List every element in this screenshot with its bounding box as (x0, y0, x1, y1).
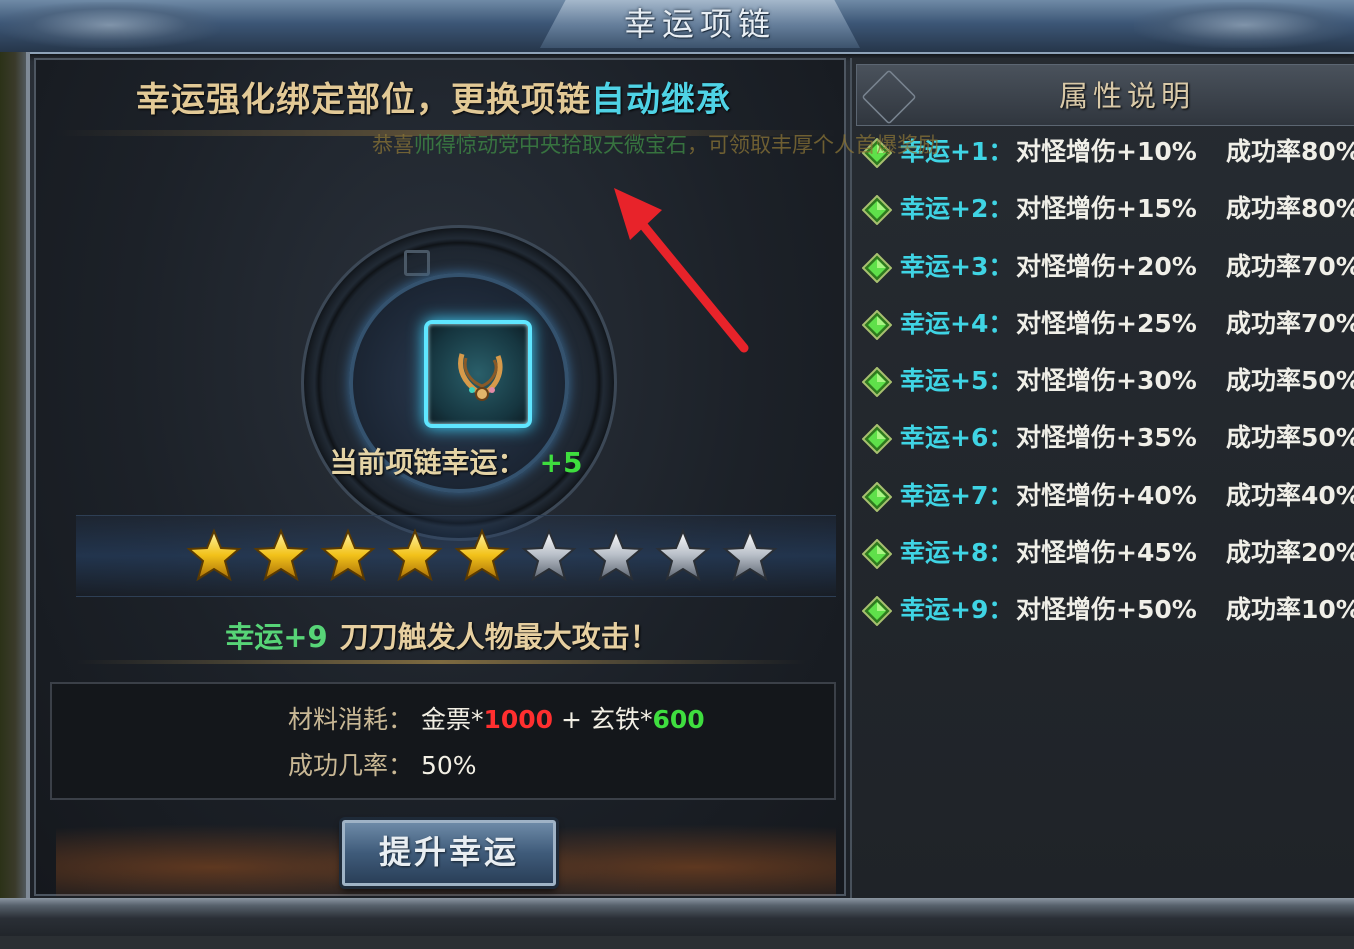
cost-box: 材料消耗： 金票*1000 + 玄铁*600 成功几率： 50% (50, 682, 836, 800)
attribute-level: 幸运+8： (900, 538, 1014, 568)
window-title: 幸运项链 (623, 5, 776, 43)
attribute-row: 幸运+4： 对怪增伤+25% 成功率70% (858, 302, 1354, 359)
attribute-damage: 对怪增伤+15% (1016, 194, 1197, 224)
attribute-level: 幸运+2： (900, 194, 1014, 224)
ticker-suffix: ，可领取丰厚个人首爆奖励 (687, 133, 939, 157)
upgrade-luck-button[interactable]: 提升幸运 (342, 820, 556, 886)
attribute-row: 幸运+8： 对怪增伤+45% 成功率20% (858, 531, 1354, 588)
attribute-rate: 成功率50% (1226, 366, 1354, 396)
attribute-rate: 成功率50% (1226, 423, 1354, 453)
attribute-title: 属性说明 (1058, 79, 1195, 113)
material-1-qty: 1000 (483, 705, 554, 734)
material-cost-label: 材料消耗： (288, 705, 414, 734)
green-gem-icon (862, 424, 892, 455)
silver-star-icon (722, 528, 778, 582)
necklace-slot[interactable] (424, 320, 532, 428)
material-1: 金票* (420, 705, 484, 734)
attribute-rate: 成功率70% (1226, 308, 1354, 338)
ticker-name: 帅得惊动党中央拾取天微宝石 (414, 133, 687, 157)
attribute-rate: 成功率20% (1226, 538, 1354, 568)
attribute-damage: 对怪增伤+25% (1016, 308, 1197, 338)
attribute-row: 幸运+2： 对怪增伤+15% 成功率80% (858, 187, 1354, 244)
left-border (0, 52, 30, 949)
material-2: 玄铁* (589, 705, 653, 734)
system-ticker: 恭喜帅得惊动党中央拾取天微宝石，可领取丰厚个人首爆奖励 (372, 132, 1032, 158)
headline-highlight: 自动继承 (591, 80, 731, 120)
attribute-list: 幸运+1： 对怪增伤+10% 成功率80% 幸运+2： 对怪增伤+15% 成功率80% 幸运… (858, 130, 1354, 646)
max-bonus-text: 刀刀触发人物最大攻击！ (339, 620, 659, 654)
ring-ornament (404, 250, 430, 276)
attribute-level: 幸运+3： (900, 251, 1014, 281)
header-ornament-icon (861, 69, 917, 125)
max-bonus: 幸运+9 刀刀触发人物最大攻击！ (36, 615, 848, 659)
success-rate-value: 50% (420, 751, 477, 780)
headline-text: 幸运强化绑定部位，更换项链 (136, 80, 591, 120)
headline: 幸运强化绑定部位，更换项链自动继承 (136, 78, 816, 122)
material-2-qty: 600 (652, 705, 705, 734)
current-luck-value: +5 (539, 446, 583, 479)
gold-star-icon (186, 528, 242, 582)
gold-star-icon (454, 528, 510, 582)
attribute-level: 幸运+7： (900, 480, 1014, 510)
attribute-header: 属性说明 (856, 64, 1354, 126)
attribute-row: 幸运+6： 对怪增伤+35% 成功率50% (858, 416, 1354, 473)
current-luck-label: 当前项链幸运： (329, 446, 526, 479)
attribute-level: 幸运+4： (900, 308, 1014, 338)
attribute-damage: 对怪增伤+35% (1016, 423, 1197, 453)
attribute-damage: 对怪增伤+40% (1016, 480, 1197, 510)
title-ornament-right (1134, 2, 1354, 48)
luck-stars (76, 515, 836, 597)
silver-star-icon (588, 528, 644, 582)
attribute-damage: 对怪增伤+30% (1016, 366, 1197, 396)
attribute-rate: 成功率40% (1226, 480, 1354, 510)
gold-star-icon (253, 528, 309, 582)
attribute-damage: 对怪增伤+50% (1016, 595, 1197, 625)
green-gem-icon (862, 252, 892, 283)
star-row (186, 528, 778, 584)
success-rate-label: 成功几率： (288, 751, 414, 780)
green-gem-icon (862, 481, 892, 512)
success-rate: 成功几率： 50% (288, 746, 477, 786)
green-gem-icon (862, 195, 892, 226)
attribute-level: 幸运+6： (900, 423, 1014, 453)
red-arrow-annotation (614, 188, 749, 353)
green-gem-icon (862, 539, 892, 570)
max-bonus-level: 幸运+9 (225, 620, 328, 654)
attribute-damage: 对怪增伤+45% (1016, 538, 1197, 568)
attribute-rate: 成功率80% (1226, 194, 1354, 224)
game-window: 幸运项链 幸运强化绑定部位，更换项链自动继承 当前项链幸运： +5 幸运+9 刀… (0, 0, 1354, 949)
bonus-divider (76, 660, 806, 664)
bottom-border (0, 898, 1354, 949)
necklace-icon (458, 353, 503, 401)
attribute-row: 幸运+9： 对怪增伤+50% 成功率10% (858, 588, 1354, 645)
green-gem-icon (862, 367, 892, 398)
attribute-row: 幸运+5： 对怪增伤+30% 成功率50% (858, 359, 1354, 416)
attribute-level: 幸运+9： (900, 595, 1014, 625)
gold-star-icon (320, 528, 376, 582)
plus-sign: + (561, 705, 582, 734)
title-ornament-left (0, 2, 220, 48)
gold-star-icon (387, 528, 443, 582)
current-luck: 当前项链幸运： +5 (216, 443, 696, 483)
attribute-row: 幸运+7： 对怪增伤+40% 成功率40% (858, 474, 1354, 531)
attribute-rate: 成功率80% (1226, 137, 1354, 166)
green-gem-icon (862, 309, 892, 340)
attribute-panel: 属性说明 幸运+1： 对怪增伤+10% 成功率80% 幸运+2： 对怪增伤+15% 成功率… (850, 58, 1354, 898)
title-bar: 幸运项链 (0, 0, 1354, 54)
attribute-row: 幸运+3： 对怪增伤+20% 成功率70% (858, 245, 1354, 302)
silver-star-icon (655, 528, 711, 582)
attribute-rate: 成功率10% (1226, 595, 1354, 625)
ticker-prefix: 恭喜 (372, 133, 414, 157)
attribute-rate: 成功率70% (1226, 251, 1354, 281)
attribute-damage: 对怪增伤+20% (1016, 251, 1197, 281)
green-gem-icon (862, 596, 892, 627)
attribute-damage: 对怪增伤+10% (1016, 137, 1197, 166)
attribute-level: 幸运+5： (900, 366, 1014, 396)
material-cost: 材料消耗： 金票*1000 + 玄铁*600 (288, 700, 705, 740)
silver-star-icon (521, 528, 577, 582)
